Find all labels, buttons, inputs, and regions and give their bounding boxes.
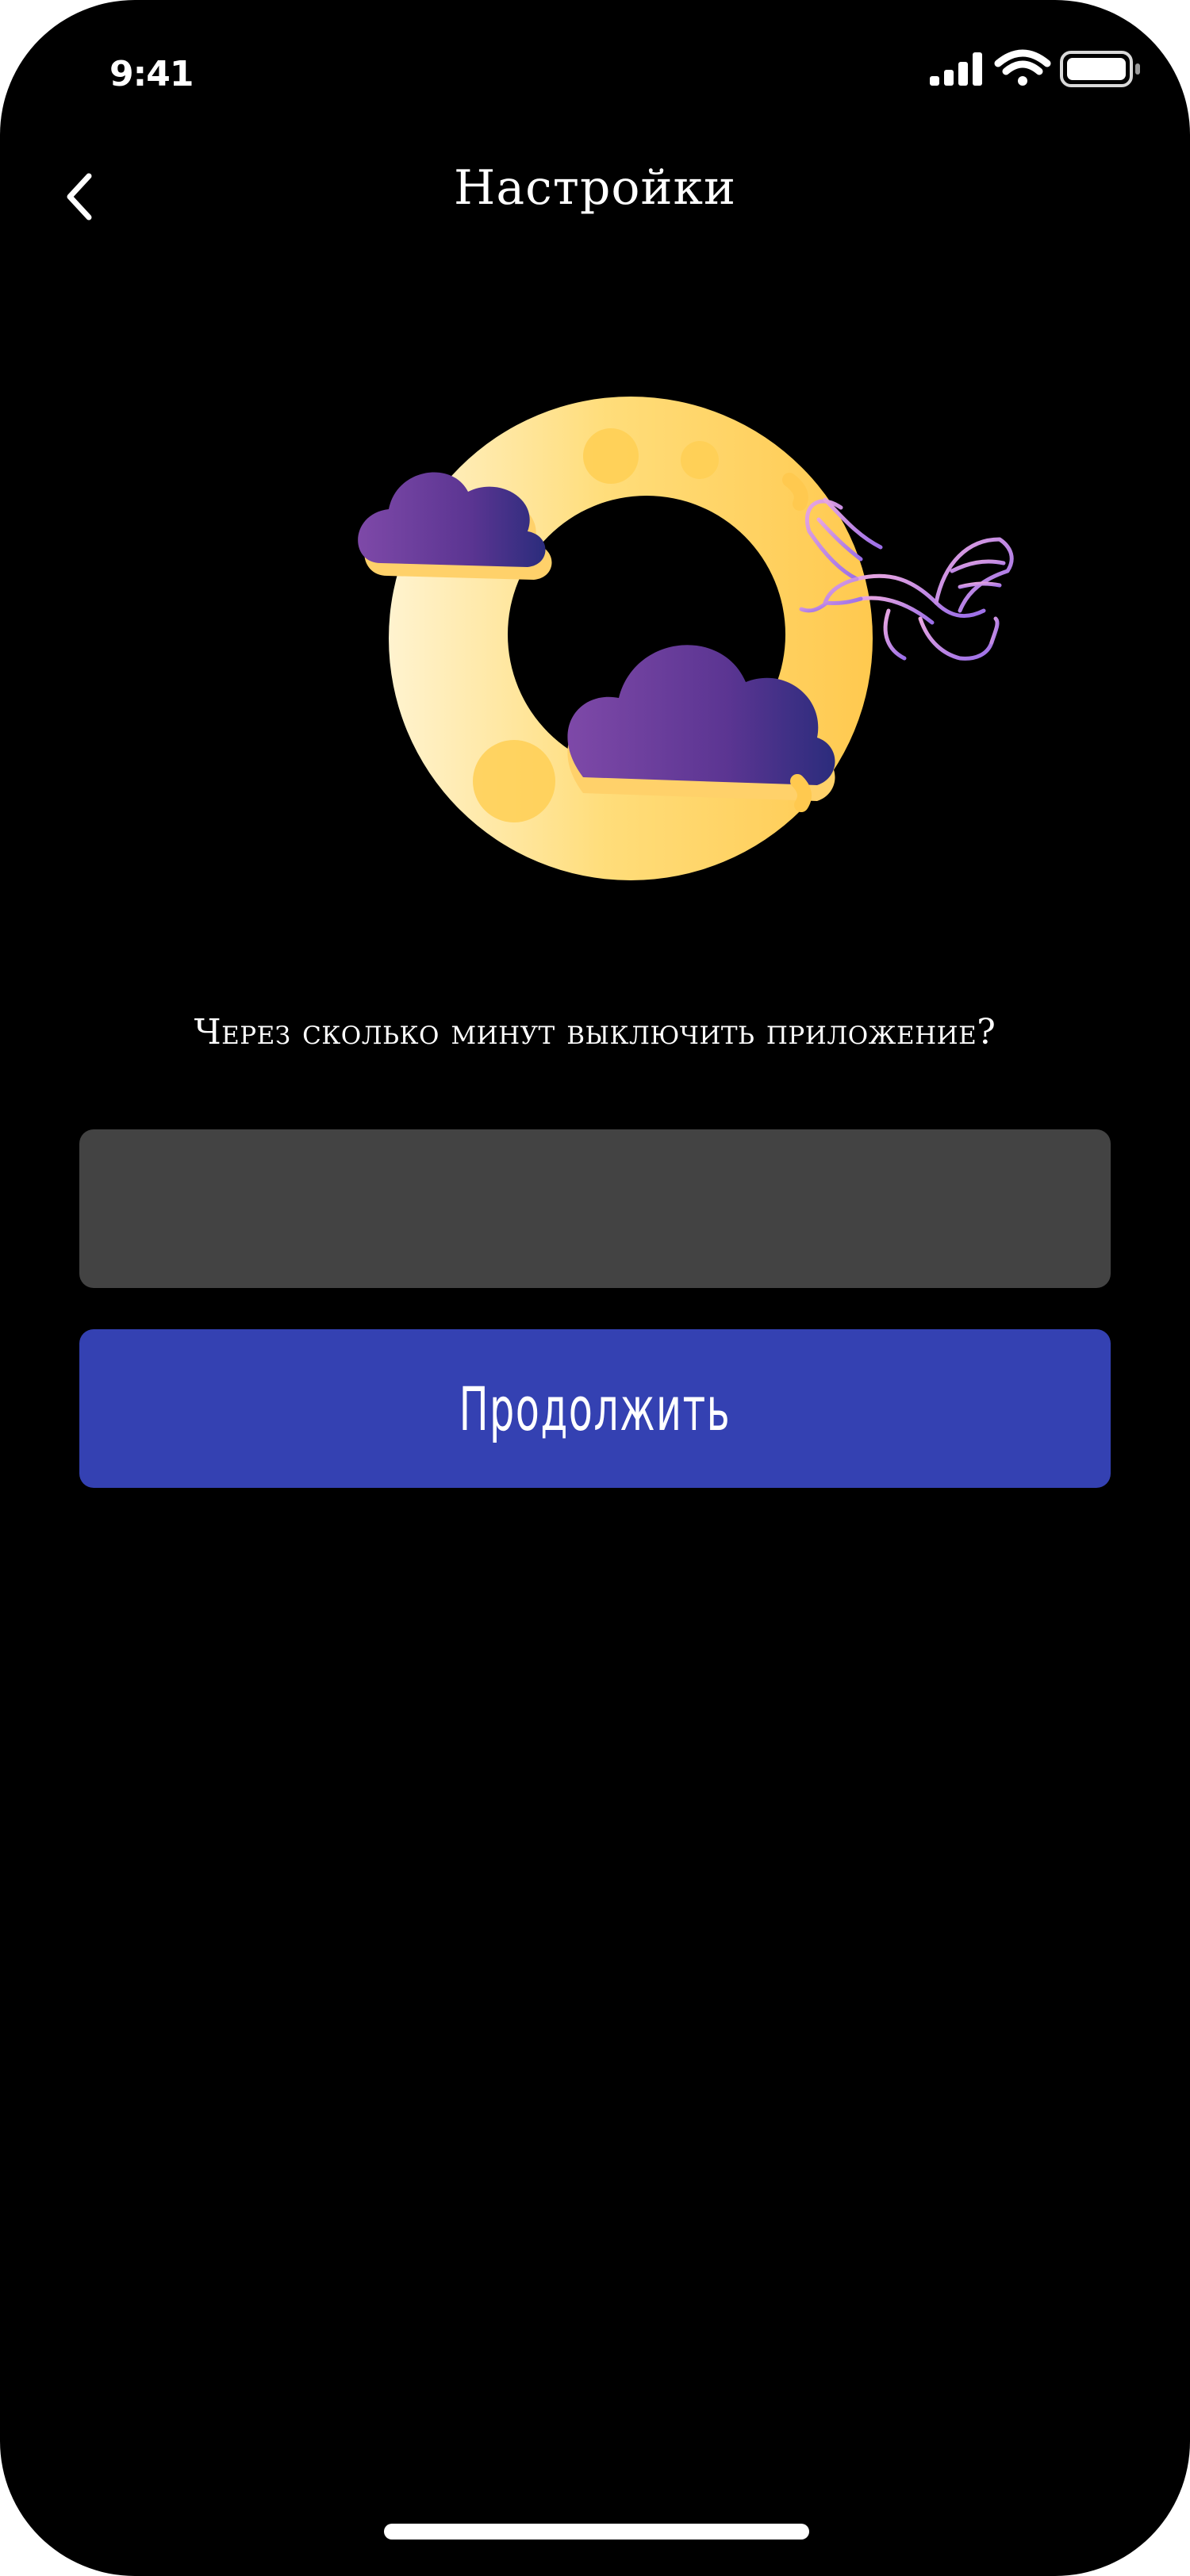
continue-button-label: Продолжить (459, 1373, 731, 1444)
minutes-input[interactable] (79, 1129, 1111, 1288)
status-icons (904, 0, 1190, 143)
wifi-icon (994, 49, 1051, 86)
continue-button[interactable]: Продолжить (79, 1329, 1111, 1488)
cellular-signal-icon (930, 52, 982, 86)
page-title: Настройки (454, 160, 736, 216)
moon-clouds-dragon-illustration (333, 381, 1015, 904)
home-indicator[interactable] (384, 2524, 809, 2540)
battery-icon (1060, 51, 1140, 87)
status-time: 9:41 (109, 54, 194, 94)
question-label: Через сколько минут выключить приложение… (194, 1012, 996, 1052)
phone-screen: 9:41 Настройки Через сколько минут выклю… (0, 0, 1190, 2576)
